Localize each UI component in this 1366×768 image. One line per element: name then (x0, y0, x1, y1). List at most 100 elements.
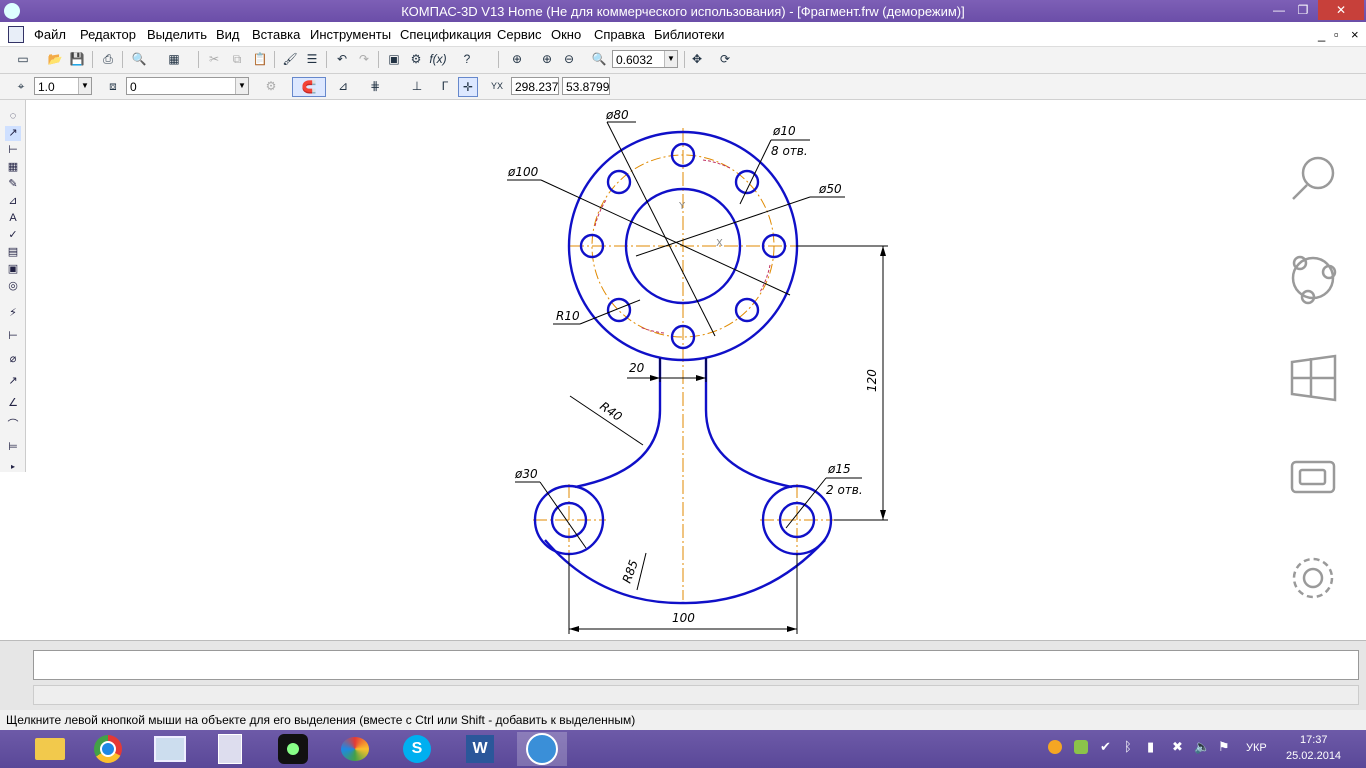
file-explorer-icon[interactable] (25, 732, 75, 766)
notification-icon[interactable] (1048, 740, 1062, 754)
chevron-down-icon[interactable]: ▼ (78, 78, 91, 94)
manager-icon[interactable]: ▣ (385, 50, 403, 68)
radius-dim-icon[interactable]: ↗ (5, 374, 21, 389)
open-icon[interactable]: 📂 (46, 50, 64, 68)
menu-select[interactable]: Выделить (147, 27, 207, 42)
kompas-icon[interactable] (517, 732, 567, 766)
devices-icon[interactable] (1290, 460, 1336, 494)
reports-icon[interactable]: ▣ (5, 262, 21, 277)
word-icon[interactable]: W (455, 732, 505, 766)
format-brush-icon[interactable]: 🖌 (281, 50, 299, 68)
variables-icon[interactable]: ⚙ (407, 50, 425, 68)
command-field[interactable] (33, 650, 1359, 680)
geometry-icon[interactable]: ◌ (5, 109, 21, 124)
cut-icon[interactable]: ✂ (205, 50, 223, 68)
battery-icon[interactable]: ▮ (1147, 739, 1154, 755)
zoom-out-icon[interactable]: ⊖ (560, 50, 578, 68)
search-icon[interactable] (1292, 156, 1335, 200)
menu-service[interactable]: Сервис (497, 27, 542, 42)
clock-date[interactable]: 25.02.2014 (1286, 750, 1341, 762)
network-icon[interactable]: ✖ (1172, 739, 1183, 755)
function-icon[interactable]: f(x) (429, 50, 447, 68)
layer-icon[interactable]: ⧈ (104, 77, 122, 95)
chevron-down-icon[interactable]: ▼ (664, 51, 677, 67)
checkmark-icon[interactable]: ✔ (1100, 739, 1111, 755)
grid-icon[interactable]: ⋕ (366, 77, 384, 95)
angle-dim-icon[interactable]: ∠ (5, 396, 21, 411)
doc-minimize-button[interactable]: _ (1318, 27, 1325, 42)
refresh-icon[interactable]: ⟳ (716, 50, 734, 68)
language-indicator[interactable]: УКР (1246, 742, 1267, 754)
properties-icon[interactable]: ▦ (165, 50, 183, 68)
start-icon[interactable] (1290, 354, 1337, 402)
measure-icon[interactable]: A (5, 211, 21, 226)
camera-icon[interactable] (268, 732, 318, 766)
ortho-icon[interactable]: ⊿ (334, 77, 352, 95)
monitor-icon[interactable] (145, 732, 195, 766)
settings-icon[interactable] (1292, 557, 1334, 599)
zoom-combo[interactable]: 0.6032 ▼ (612, 50, 678, 68)
chevron-down-icon[interactable]: ▼ (235, 78, 248, 94)
orthogonal-mode-icon[interactable]: Γ (436, 77, 454, 95)
new-document-icon[interactable]: ▭ (14, 50, 32, 68)
help-pointer-icon[interactable]: ? (458, 50, 476, 68)
menu-tools[interactable]: Инструменты (310, 27, 391, 42)
volume-icon[interactable]: 🔈 (1194, 739, 1210, 755)
doc-restore-button[interactable]: ▫ (1334, 27, 1339, 42)
dimensions-icon[interactable]: ⊢ (5, 143, 21, 158)
bluetooth-icon[interactable]: ᛒ (1124, 739, 1132, 754)
parametrize-icon[interactable]: ⊿ (5, 194, 21, 209)
symbols-icon[interactable]: ▦ (5, 160, 21, 175)
cursor-snap-icon[interactable]: ✛ (458, 77, 478, 97)
coord-x-field[interactable]: 298.237 (511, 77, 559, 95)
zoom-window-icon[interactable]: ⊕ (508, 50, 526, 68)
menu-editor[interactable]: Редактор (80, 27, 136, 42)
paste-icon[interactable]: 📋 (251, 50, 269, 68)
menu-help[interactable]: Справка (594, 27, 645, 42)
restore-button[interactable]: ❐ (1288, 0, 1318, 20)
close-button[interactable]: ✕ (1318, 0, 1364, 20)
layer-combo[interactable]: 0 ▼ (126, 77, 249, 95)
doc-close-button[interactable]: × (1351, 27, 1359, 42)
menu-window[interactable]: Окно (551, 27, 581, 42)
share-icon[interactable] (1291, 255, 1337, 305)
snap-step-icon[interactable]: ⌖ (12, 77, 30, 95)
drawing-canvas[interactable]: ø80 ø10 8 отв. ø100 ø50 R10 20 120 R40 ø… (27, 100, 1366, 639)
flag-icon[interactable]: ⚑ (1218, 739, 1230, 755)
undo-icon[interactable]: ↶ (333, 50, 351, 68)
menu-specification[interactable]: Спецификация (400, 27, 491, 42)
app-tray-icon[interactable] (1074, 740, 1088, 754)
document-icon[interactable] (8, 26, 24, 43)
expand-icon[interactable]: ▸ (5, 459, 21, 474)
local-cs-icon[interactable]: ⊥ (408, 77, 426, 95)
print-icon[interactable]: ⎙ (99, 50, 117, 68)
redo-icon[interactable]: ↷ (355, 50, 373, 68)
save-icon[interactable]: 💾 (68, 50, 86, 68)
chain-dim-icon[interactable]: ⊨ (5, 440, 21, 455)
spec-icon[interactable]: ▤ (5, 245, 21, 260)
select-icon[interactable]: ↗ (5, 126, 21, 141)
arc-dim-icon[interactable]: ⌒ (5, 418, 21, 433)
zoom-in-icon[interactable]: ⊕ (538, 50, 556, 68)
properties-icon[interactable]: ⚙ (262, 77, 280, 95)
step-combo[interactable]: 1.0 ▼ (34, 77, 92, 95)
pan-icon[interactable]: ✥ (688, 50, 706, 68)
coord-y-field[interactable]: 53.8799 (562, 77, 610, 95)
auto-line-icon[interactable]: ⚡ (5, 306, 21, 321)
menu-libraries[interactable]: Библиотеки (654, 27, 724, 42)
menu-insert[interactable]: Вставка (252, 27, 300, 42)
edit-icon[interactable]: ✎ (5, 177, 21, 192)
linear-dim-icon[interactable]: ⊢ (5, 329, 21, 344)
menu-file[interactable]: Файл (34, 27, 66, 42)
list-icon[interactable]: ☰ (303, 50, 321, 68)
skype-icon[interactable]: S (392, 732, 442, 766)
copy-icon[interactable]: ⧉ (228, 50, 246, 68)
calculator-icon[interactable] (205, 732, 255, 766)
preview-icon[interactable]: 🔍 (130, 50, 148, 68)
snap-magnet-icon[interactable]: 🧲 (292, 77, 326, 97)
menu-view[interactable]: Вид (216, 27, 240, 42)
clock-time[interactable]: 17:37 (1300, 734, 1328, 746)
chrome-icon[interactable] (83, 732, 133, 766)
insert-icon[interactable]: ◎ (5, 279, 21, 294)
paint-icon[interactable] (330, 732, 380, 766)
